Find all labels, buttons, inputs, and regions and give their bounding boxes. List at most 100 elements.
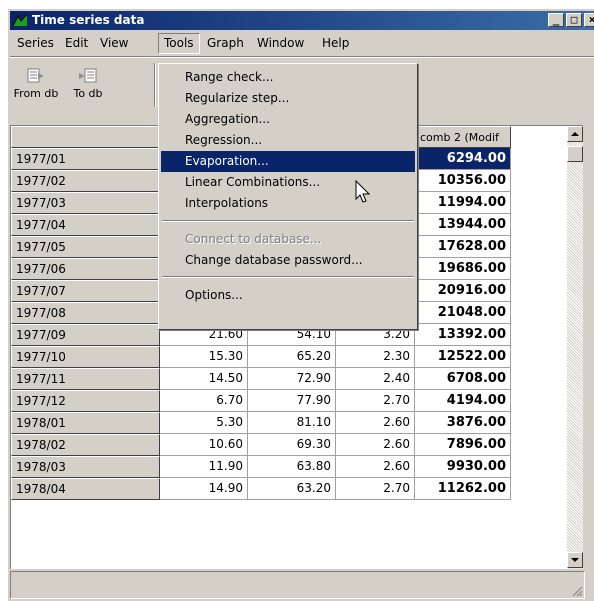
data-cell[interactable]: 17628.00 bbox=[415, 236, 511, 258]
row-date-cell[interactable]: 1977/01 bbox=[11, 148, 160, 170]
data-cell[interactable]: 21048.00 bbox=[415, 302, 511, 324]
minimize-button[interactable]: _ bbox=[548, 13, 564, 27]
menu-help[interactable]: Help bbox=[317, 33, 354, 54]
to-db-label: To db bbox=[73, 87, 103, 100]
title-bar[interactable]: Time series data _ □ × bbox=[10, 11, 594, 30]
data-cell[interactable]: 9930.00 bbox=[415, 456, 511, 478]
scroll-thumb[interactable] bbox=[567, 146, 583, 162]
scroll-up-button[interactable] bbox=[567, 126, 583, 142]
status-bar bbox=[10, 571, 585, 599]
data-cell[interactable]: 20916.00 bbox=[415, 280, 511, 302]
to-db-button[interactable]: To db bbox=[64, 65, 112, 105]
row-date-cell[interactable]: 1977/08 bbox=[11, 302, 160, 324]
data-cell[interactable]: 11.90 bbox=[160, 456, 248, 478]
menu-series[interactable]: Series bbox=[12, 33, 59, 54]
menu-item-change-database-password[interactable]: Change database password... bbox=[161, 250, 415, 271]
maximize-button[interactable]: □ bbox=[566, 13, 582, 27]
menu-edit[interactable]: Edit bbox=[60, 33, 93, 54]
data-cell[interactable]: 11262.00 bbox=[415, 478, 511, 500]
data-cell[interactable]: 5.30 bbox=[160, 412, 248, 434]
scroll-down-button[interactable] bbox=[567, 552, 583, 568]
data-cell[interactable]: 11994.00 bbox=[415, 192, 511, 214]
row-date-cell[interactable]: 1977/10 bbox=[11, 346, 160, 368]
data-cell[interactable]: 2.70 bbox=[336, 390, 415, 412]
data-cell[interactable]: 63.20 bbox=[248, 478, 336, 500]
row-date-cell[interactable]: 1977/02 bbox=[11, 170, 160, 192]
header-col-4[interactable]: comb 2 (Modif bbox=[415, 126, 511, 148]
row-date-cell[interactable]: 1977/12 bbox=[11, 390, 160, 412]
from-db-label: From db bbox=[13, 87, 59, 100]
row-date-cell[interactable]: 1978/03 bbox=[11, 456, 160, 478]
close-button[interactable]: × bbox=[584, 13, 594, 27]
menu-item-evaporation[interactable]: Evaporation... bbox=[161, 151, 415, 172]
data-cell[interactable]: 2.40 bbox=[336, 368, 415, 390]
row-date-cell[interactable]: 1978/02 bbox=[11, 434, 160, 456]
menu-item-linear-combinations[interactable]: Linear Combinations... bbox=[161, 172, 415, 193]
data-cell[interactable]: 12522.00 bbox=[415, 346, 511, 368]
data-cell[interactable]: 2.30 bbox=[336, 346, 415, 368]
menu-view[interactable]: View bbox=[95, 33, 133, 54]
arrow-down-icon bbox=[571, 558, 579, 562]
data-cell[interactable]: 15.30 bbox=[160, 346, 248, 368]
data-cell[interactable]: 72.90 bbox=[248, 368, 336, 390]
menu-item-aggregation[interactable]: Aggregation... bbox=[161, 109, 415, 130]
data-cell[interactable]: 2.60 bbox=[336, 456, 415, 478]
vertical-scrollbar[interactable] bbox=[567, 126, 583, 569]
menu-graph[interactable]: Graph bbox=[202, 33, 249, 54]
row-date-cell[interactable]: 1977/11 bbox=[11, 368, 160, 390]
row-date-cell[interactable]: 1977/03 bbox=[11, 192, 160, 214]
mouse-pointer-icon bbox=[355, 180, 371, 203]
row-date-cell[interactable]: 1977/06 bbox=[11, 258, 160, 280]
menu-tools[interactable]: Tools bbox=[158, 33, 200, 54]
data-cell[interactable]: 7896.00 bbox=[415, 434, 511, 456]
menu-item-interpolations[interactable]: Interpolations bbox=[161, 193, 415, 214]
data-cell[interactable]: 3876.00 bbox=[415, 412, 511, 434]
tools-dropdown-menu: Range check... Regularize step... Aggreg… bbox=[158, 63, 418, 330]
table-row: 1978/01 5.30 81.10 2.60 3876.00 bbox=[11, 412, 511, 434]
table-row: 1978/02 10.60 69.30 2.60 7896.00 bbox=[11, 434, 511, 456]
menu-item-connect-to-database: Connect to database... bbox=[185, 232, 322, 246]
to-db-icon bbox=[79, 68, 97, 83]
table-row: 1977/10 15.30 65.20 2.30 12522.00 bbox=[11, 346, 511, 368]
row-date-cell[interactable]: 1977/09 bbox=[11, 324, 160, 346]
menu-separator bbox=[162, 276, 414, 278]
table-row: 1978/04 14.90 63.20 2.70 11262.00 bbox=[11, 478, 511, 500]
row-date-cell[interactable]: 1978/01 bbox=[11, 412, 160, 434]
header-date[interactable] bbox=[11, 126, 160, 148]
data-cell[interactable]: 77.90 bbox=[248, 390, 336, 412]
data-cell[interactable]: 4194.00 bbox=[415, 390, 511, 412]
from-db-icon bbox=[27, 68, 44, 83]
from-db-button[interactable]: From db bbox=[12, 65, 60, 105]
data-cell[interactable]: 63.80 bbox=[248, 456, 336, 478]
data-cell[interactable]: 6294.00 bbox=[415, 148, 511, 170]
toolbar-separator bbox=[154, 63, 156, 107]
data-cell[interactable]: 69.30 bbox=[248, 434, 336, 456]
data-cell[interactable]: 13392.00 bbox=[415, 324, 511, 346]
resize-grip-icon[interactable] bbox=[571, 585, 583, 597]
menu-item-regularize-step[interactable]: Regularize step... bbox=[161, 88, 415, 109]
data-cell[interactable]: 2.60 bbox=[336, 412, 415, 434]
row-date-cell[interactable]: 1978/04 bbox=[11, 478, 160, 500]
data-cell[interactable]: 10.60 bbox=[160, 434, 248, 456]
data-cell[interactable]: 6708.00 bbox=[415, 368, 511, 390]
menu-window[interactable]: Window bbox=[252, 33, 309, 54]
data-cell[interactable]: 19686.00 bbox=[415, 258, 511, 280]
menu-item-regression[interactable]: Regression... bbox=[161, 130, 415, 151]
data-cell[interactable]: 14.50 bbox=[160, 368, 248, 390]
menu-separator bbox=[162, 220, 414, 222]
data-cell[interactable]: 2.60 bbox=[336, 434, 415, 456]
window-title: Time series data bbox=[32, 13, 145, 27]
data-cell[interactable]: 10356.00 bbox=[415, 170, 511, 192]
data-cell[interactable]: 14.90 bbox=[160, 478, 248, 500]
data-cell[interactable]: 6.70 bbox=[160, 390, 248, 412]
data-cell[interactable]: 13944.00 bbox=[415, 214, 511, 236]
data-cell[interactable]: 81.10 bbox=[248, 412, 336, 434]
menu-item-options[interactable]: Options... bbox=[161, 285, 415, 306]
data-cell[interactable]: 2.70 bbox=[336, 478, 415, 500]
data-cell[interactable]: 65.20 bbox=[248, 346, 336, 368]
arrow-up-icon bbox=[571, 132, 579, 136]
row-date-cell[interactable]: 1977/04 bbox=[11, 214, 160, 236]
menu-item-range-check[interactable]: Range check... bbox=[161, 67, 415, 88]
row-date-cell[interactable]: 1977/05 bbox=[11, 236, 160, 258]
row-date-cell[interactable]: 1977/07 bbox=[11, 280, 160, 302]
